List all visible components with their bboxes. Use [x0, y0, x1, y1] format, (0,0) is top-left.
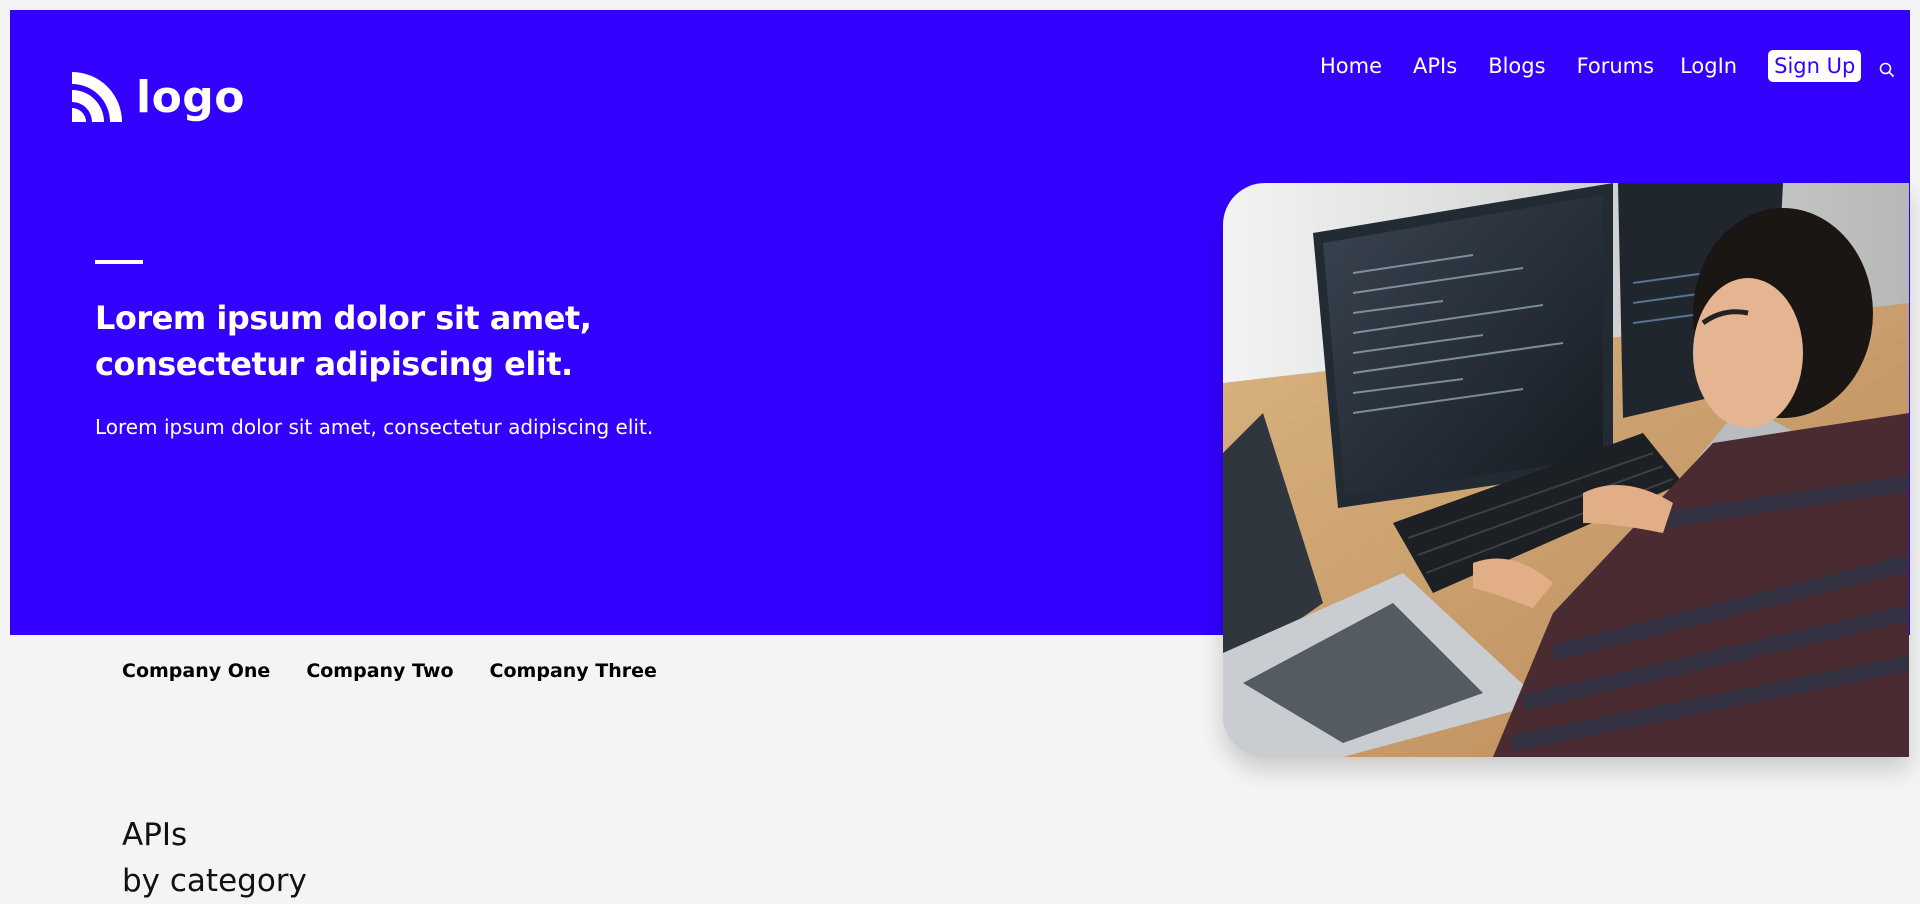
nav-apis[interactable]: APIs	[1413, 54, 1457, 78]
hero-subtitle: Lorem ipsum dolor sit amet, consectetur …	[95, 415, 654, 439]
company-two: Company Two	[306, 660, 454, 682]
logo-text: logo	[136, 71, 246, 123]
section-title-line1: APIs	[122, 817, 188, 853]
company-logos: Company One Company Two Company Three	[122, 660, 693, 682]
hero-headline-line2: consectetur adipiscing elit.	[95, 345, 573, 383]
section-title: APIs by category	[122, 812, 307, 904]
main-nav: Home APIs Blogs Forums LogIn Sign Up	[1320, 50, 1862, 82]
nav-forums[interactable]: Forums	[1577, 54, 1655, 78]
nav-login[interactable]: LogIn	[1680, 54, 1737, 78]
hero-headline: Lorem ipsum dolor sit amet, consectetur …	[95, 295, 695, 387]
company-one: Company One	[122, 660, 271, 682]
developer-at-desk-photo	[1223, 183, 1909, 757]
logo[interactable]: logo	[70, 70, 245, 124]
nav-home[interactable]: Home	[1320, 54, 1382, 78]
company-three: Company Three	[489, 660, 657, 682]
accent-bar	[95, 260, 143, 264]
search-icon[interactable]	[1879, 62, 1895, 78]
hero-photo	[1223, 183, 1909, 757]
nav-blogs[interactable]: Blogs	[1488, 54, 1545, 78]
logo-icon	[72, 72, 122, 122]
signup-button[interactable]: Sign Up	[1768, 50, 1862, 82]
hero-headline-line1: Lorem ipsum dolor sit amet,	[95, 299, 592, 337]
section-title-line2: by category	[122, 863, 307, 899]
